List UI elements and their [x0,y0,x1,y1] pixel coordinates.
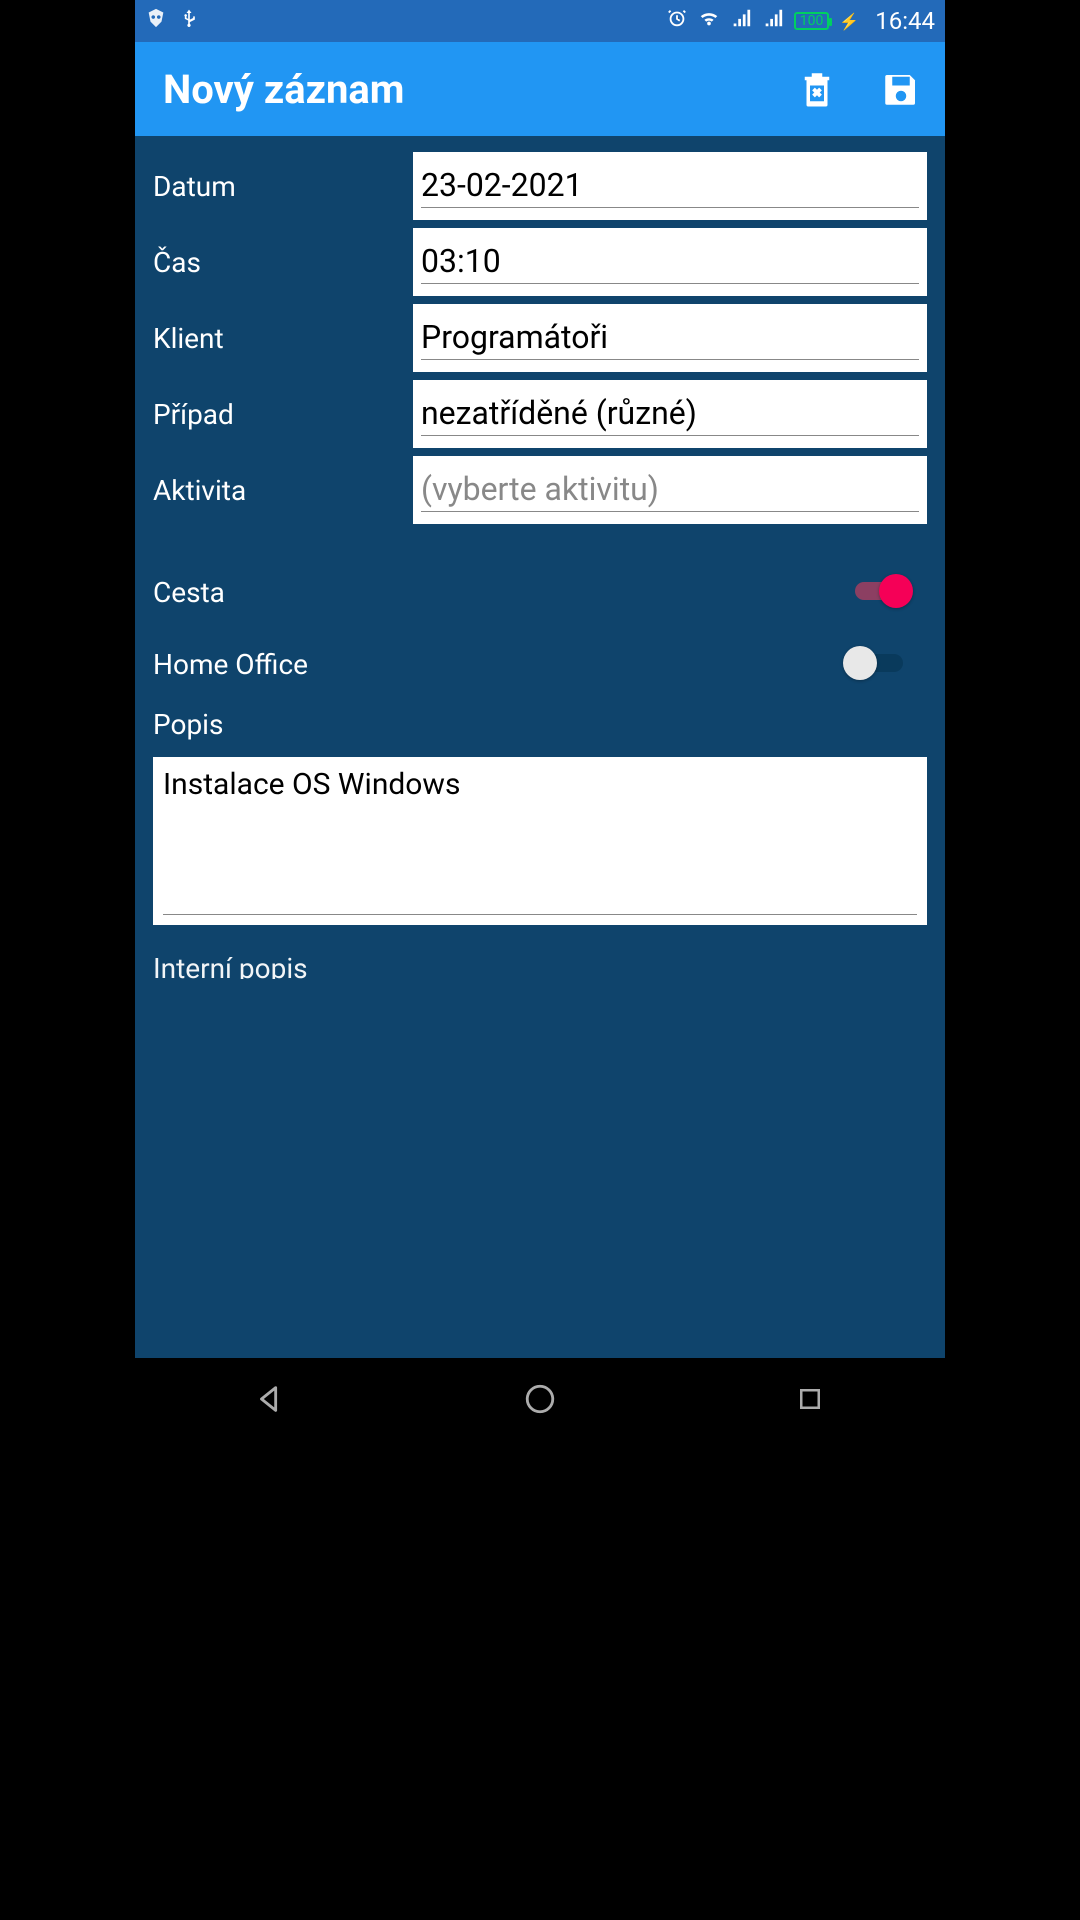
battery-indicator: 100 [794,12,830,30]
case-label: Případ [153,398,413,431]
date-value: 23-02-2021 [421,166,919,207]
activity-input[interactable]: (vyberte aktivitu) [413,456,927,524]
usb-icon [179,7,199,35]
date-input[interactable]: 23-02-2021 [413,152,927,220]
popis-textarea[interactable] [163,767,917,919]
activity-placeholder: (vyberte aktivitu) [421,470,919,511]
case-input[interactable]: nezatříděné (různé) [413,380,927,448]
charging-icon: ⚡ [839,12,859,31]
popis-label: Popis [153,708,927,741]
nav-bar [135,1358,945,1440]
time-value: 03:10 [421,242,919,283]
app-bar: Nový záznam [135,42,945,136]
time-label: Čas [153,246,413,279]
signal-icon-2 [762,7,784,35]
save-button[interactable] [877,65,925,113]
client-input[interactable]: Programátoři [413,304,927,372]
delete-button[interactable] [793,65,841,113]
wifi-icon [698,7,720,35]
form-content: Datum 23-02-2021 Čas 03:10 Klient Progra… [135,136,945,1358]
cesta-toggle[interactable] [849,574,907,610]
back-button[interactable] [240,1369,300,1429]
client-value: Programátoři [421,318,919,359]
cesta-label: Cesta [153,576,849,609]
case-value: nezatříděné (různé) [421,394,919,435]
homeoffice-toggle[interactable] [849,646,907,682]
client-label: Klient [153,322,413,355]
popis-input[interactable] [153,757,927,925]
interni-popis-label: Interní popis [153,955,927,979]
page-title: Nový záznam [163,66,404,113]
signal-icon-1 [730,7,752,35]
homeoffice-label: Home Office [153,648,849,681]
status-clock: 16:44 [875,7,935,35]
activity-label: Aktivita [153,474,413,507]
alarm-icon [666,7,688,35]
date-label: Datum [153,170,413,203]
avast-icon [145,7,167,35]
recent-button[interactable] [780,1369,840,1429]
status-bar: 100 ⚡ 16:44 [135,0,945,42]
home-button[interactable] [510,1369,570,1429]
time-input[interactable]: 03:10 [413,228,927,296]
